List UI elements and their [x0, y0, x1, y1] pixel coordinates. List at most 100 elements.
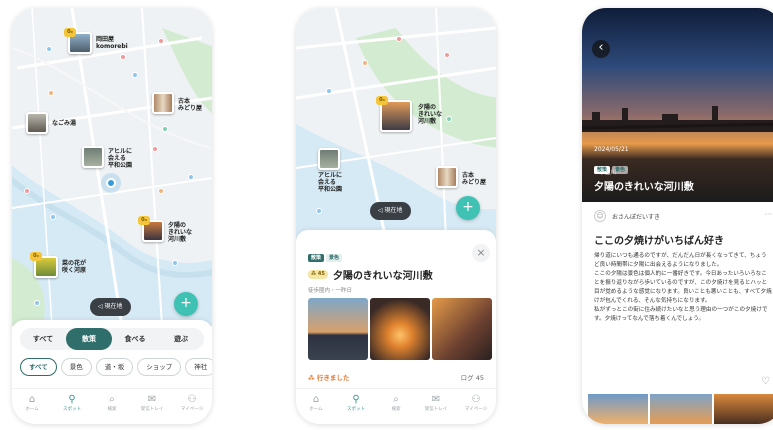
map-pin[interactable]: [158, 38, 164, 44]
map-pin[interactable]: [152, 146, 158, 152]
map-pin[interactable]: [326, 88, 332, 94]
close-icon[interactable]: ×: [472, 244, 490, 262]
spot-pin-icon: ⚲: [352, 394, 360, 405]
log-count-badge: ⁂ 45: [308, 270, 328, 279]
current-location-label: 現在地: [104, 303, 123, 310]
place-badge: 0₀: [64, 28, 76, 37]
mail-icon: ✉: [147, 394, 157, 405]
gallery-photo[interactable]: [714, 394, 773, 424]
map-pin[interactable]: [316, 208, 322, 214]
spot-photo[interactable]: [370, 298, 430, 360]
place-label[interactable]: アヒルに 会える 平和公園: [108, 148, 132, 169]
hero-area: 二子玉川: [594, 170, 617, 176]
bottom-tab-bar: ⌂ ホーム ⚲ スポット ⌕ 検索 ✉ 受信トレイ ⚇ マイページ: [12, 388, 212, 424]
segment-eat[interactable]: 食べる: [112, 328, 158, 350]
gallery-photo[interactable]: [650, 394, 712, 424]
like-icon[interactable]: ♡: [761, 376, 770, 387]
filter-chip-all[interactable]: すべて: [20, 358, 57, 376]
tab-search[interactable]: ⌕ 検索: [376, 389, 416, 424]
place-label[interactable]: 夕陽の きれいな 河川敷: [418, 104, 442, 125]
map-pin[interactable]: [172, 260, 178, 266]
post-date: 2024/05/21: [594, 146, 629, 153]
place-thumbnail[interactable]: [436, 166, 458, 188]
tab-mypage[interactable]: ⚇ マイページ: [456, 389, 496, 424]
tag: 景色: [326, 254, 343, 262]
filter-chip-roads[interactable]: 道・坂: [95, 358, 134, 376]
segment-all[interactable]: すべて: [20, 328, 66, 350]
filter-chip-shrine[interactable]: 神社: [185, 358, 212, 376]
segment-play[interactable]: 遊ぶ: [158, 328, 204, 350]
tab-mypage[interactable]: ⚇ マイページ: [172, 389, 212, 424]
gallery-photo[interactable]: [588, 394, 648, 424]
current-location-label: 現在地: [384, 207, 403, 214]
footprint-icon: ⁂: [311, 271, 317, 277]
category-segmented-control: すべて 散策 食べる 遊ぶ: [20, 328, 204, 350]
map-view[interactable]: 0₀ 夕陽の きれいな 河川敷 アヒルに 会える 平和公園 古本 みどり屋 ◁ …: [296, 8, 496, 240]
map-pin[interactable]: [132, 72, 138, 78]
phone-map-screen: 0₀ 岡田屋 komorebi 古本 みどり屋 なごみ湯 アヒルに 会える 平和…: [12, 8, 212, 424]
place-label[interactable]: 菜の花が 咲く河原: [62, 260, 86, 274]
place-badge: 0₀: [376, 96, 388, 105]
place-label[interactable]: 夕陽の きれいな 河川敷: [168, 222, 192, 243]
tab-search[interactable]: ⌕ 検索: [92, 389, 132, 424]
map-pin[interactable]: [158, 188, 164, 194]
map-pin[interactable]: [396, 36, 402, 42]
place-thumbnail[interactable]: [152, 92, 174, 114]
hero-photo: ‹ 2024/05/21 散策 景色 二子玉川 夕陽のきれいな河川敷: [582, 8, 773, 202]
map-pin[interactable]: [46, 46, 52, 52]
visited-button[interactable]: ⁂ 行きました: [308, 372, 349, 382]
map-pin[interactable]: [50, 214, 56, 220]
post-title: ここの夕焼けがいちばん好き: [594, 236, 724, 247]
spot-photo[interactable]: [308, 298, 368, 360]
current-location-button[interactable]: ◁ 現在地: [90, 298, 131, 316]
map-pin[interactable]: [362, 60, 368, 66]
spot-photo[interactable]: [432, 298, 492, 360]
filter-chip-scenery[interactable]: 景色: [60, 358, 92, 376]
map-pin[interactable]: [446, 116, 452, 122]
map-view[interactable]: 0₀ 岡田屋 komorebi 古本 みどり屋 なごみ湯 アヒルに 会える 平和…: [12, 8, 212, 326]
more-icon[interactable]: ···: [764, 210, 772, 219]
spot-tags: 散策 景色: [308, 244, 344, 263]
map-pin[interactable]: [162, 126, 168, 132]
place-label[interactable]: なごみ湯: [52, 120, 76, 127]
place-label[interactable]: 古本 みどり屋: [462, 172, 486, 186]
phone-spot-card-screen: 0₀ 夕陽の きれいな 河川敷 アヒルに 会える 平和公園 古本 みどり屋 ◁ …: [296, 8, 496, 424]
spot-subtitle: 徒歩圏内・一昨日: [308, 288, 353, 294]
map-pin[interactable]: [120, 54, 126, 60]
tab-inbox[interactable]: ✉ 受信トレイ: [416, 389, 456, 424]
spot-pin-icon: ⚲: [68, 394, 76, 405]
place-thumbnail[interactable]: [26, 112, 48, 134]
place-thumbnail[interactable]: [318, 148, 340, 170]
map-pin[interactable]: [24, 188, 30, 194]
segment-walk[interactable]: 散策: [66, 328, 112, 350]
add-spot-button[interactable]: +: [174, 292, 198, 316]
back-button[interactable]: ‹: [592, 40, 610, 58]
tab-spot[interactable]: ⚲ スポット: [336, 389, 376, 424]
filter-chip-shop[interactable]: ショップ: [137, 358, 182, 376]
place-label[interactable]: 古本 みどり屋: [178, 98, 202, 112]
user-icon: ⚇: [187, 394, 197, 405]
place-thumbnail[interactable]: [82, 146, 104, 168]
place-label[interactable]: アヒルに 会える 平和公園: [318, 172, 342, 193]
spot-title-row: ⁂ 45 夕陽のきれいな河川敷: [308, 264, 433, 283]
place-label[interactable]: 岡田屋 komorebi: [96, 36, 128, 50]
search-icon: ⌕: [393, 394, 399, 405]
map-pin[interactable]: [188, 174, 194, 180]
log-count[interactable]: ログ 45: [461, 372, 484, 382]
map-pin[interactable]: [48, 90, 54, 96]
map-pin[interactable]: [444, 52, 450, 58]
tab-spot[interactable]: ⚲ スポット: [52, 389, 92, 424]
mail-icon: ✉: [431, 394, 441, 405]
map-pin[interactable]: [34, 300, 40, 306]
place-badge: 0₀: [138, 216, 150, 225]
author-name[interactable]: おさんぽだいすき: [612, 212, 660, 221]
phone-post-detail-screen: ‹ 2024/05/21 散策 景色 二子玉川 夕陽のきれいな河川敷 ☺ おさんぽ…: [582, 8, 773, 424]
tab-home[interactable]: ⌂ ホーム: [12, 389, 52, 424]
home-icon: ⌂: [312, 394, 320, 405]
tab-inbox[interactable]: ✉ 受信トレイ: [132, 389, 172, 424]
avatar[interactable]: ☺: [594, 210, 606, 222]
add-spot-button[interactable]: +: [456, 196, 480, 220]
current-location-button[interactable]: ◁ 現在地: [370, 202, 411, 220]
place-badge: 0₀: [30, 252, 42, 261]
tab-home[interactable]: ⌂ ホーム: [296, 389, 336, 424]
